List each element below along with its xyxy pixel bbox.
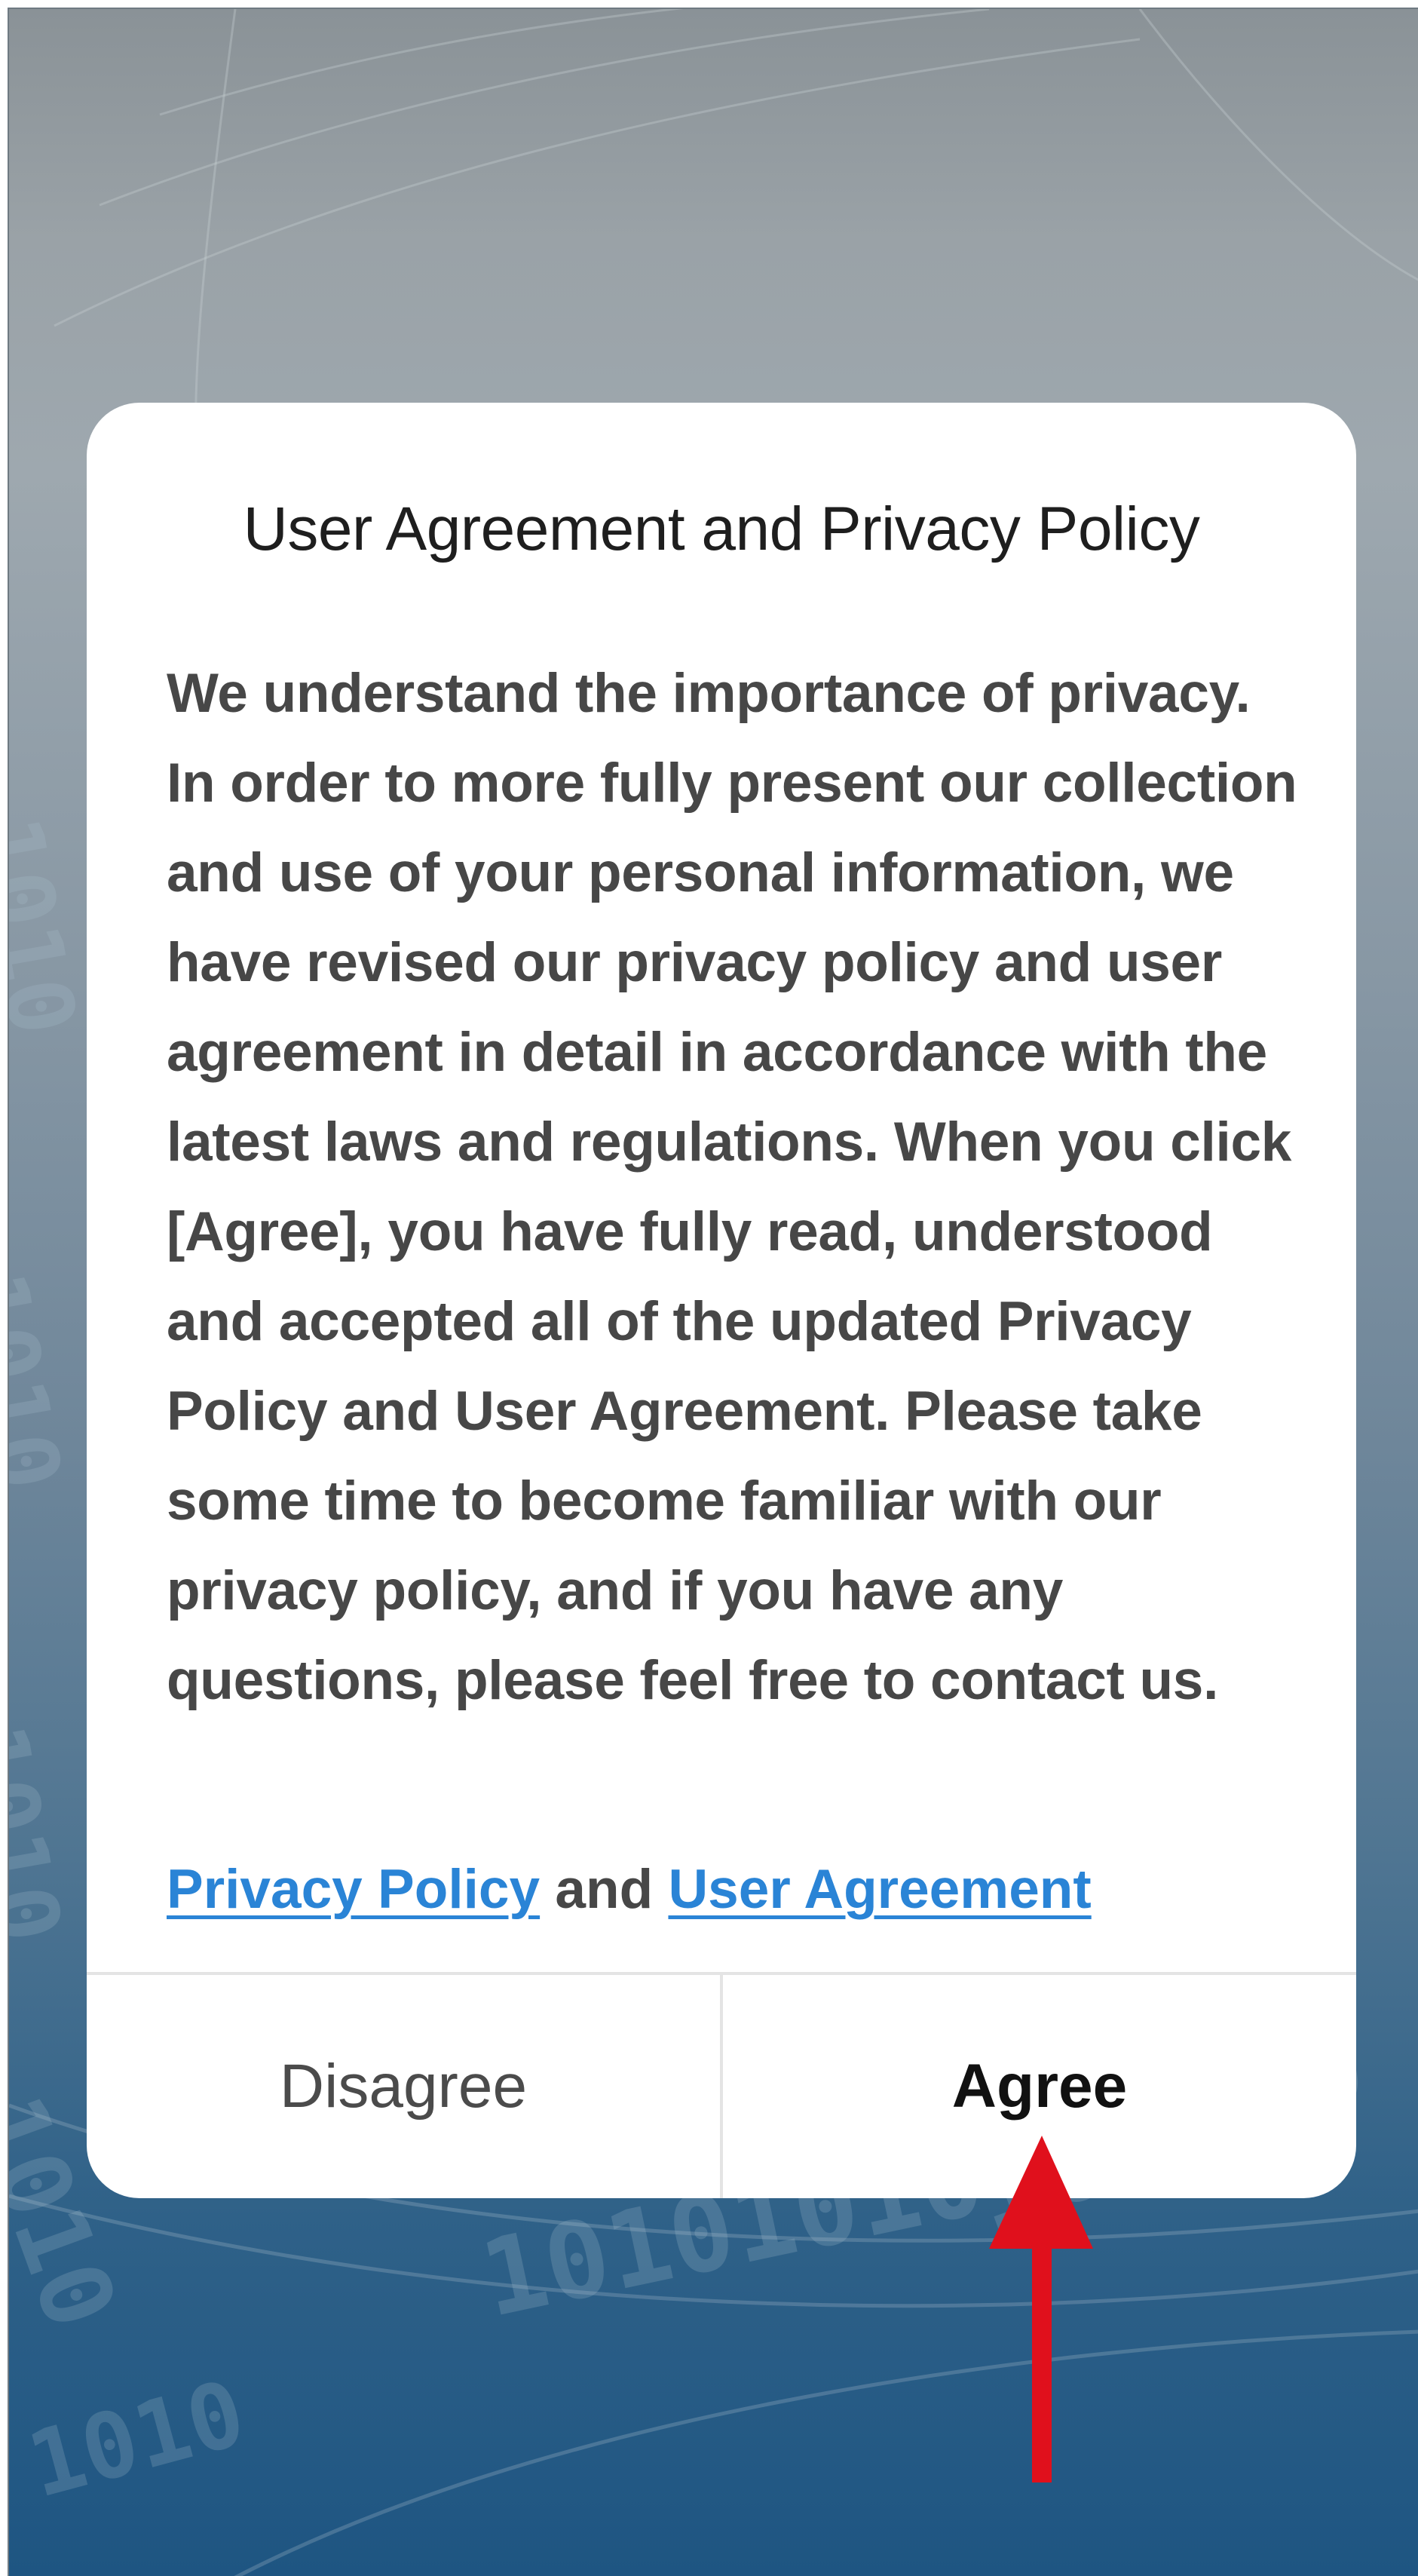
svg-text:1010: 1010 — [9, 810, 95, 1043]
policy-links-row: Privacy Policy and User Agreement — [167, 1852, 1092, 1927]
svg-text:1010: 1010 — [18, 2361, 256, 2519]
app-screen: 1010 1010 1010 1010 10101010 101010 1010… — [8, 8, 1418, 2576]
dialog-title: User Agreement and Privacy Policy — [243, 495, 1200, 563]
agreement-dialog: User Agreement and Privacy Policy We und… — [87, 403, 1356, 2198]
links-joiner-text: and — [540, 1859, 669, 1920]
svg-text:1010: 1010 — [9, 1717, 81, 1950]
user-agreement-link[interactable]: User Agreement — [668, 1859, 1091, 1920]
privacy-policy-link[interactable]: Privacy Policy — [167, 1859, 540, 1920]
dialog-body-text: We understand the importance of privacy.… — [167, 663, 1297, 1711]
disagree-button[interactable]: Disagree — [87, 1975, 720, 2198]
arrow-up-icon — [989, 2136, 1093, 2482]
svg-text:1010: 1010 — [9, 1265, 81, 1498]
